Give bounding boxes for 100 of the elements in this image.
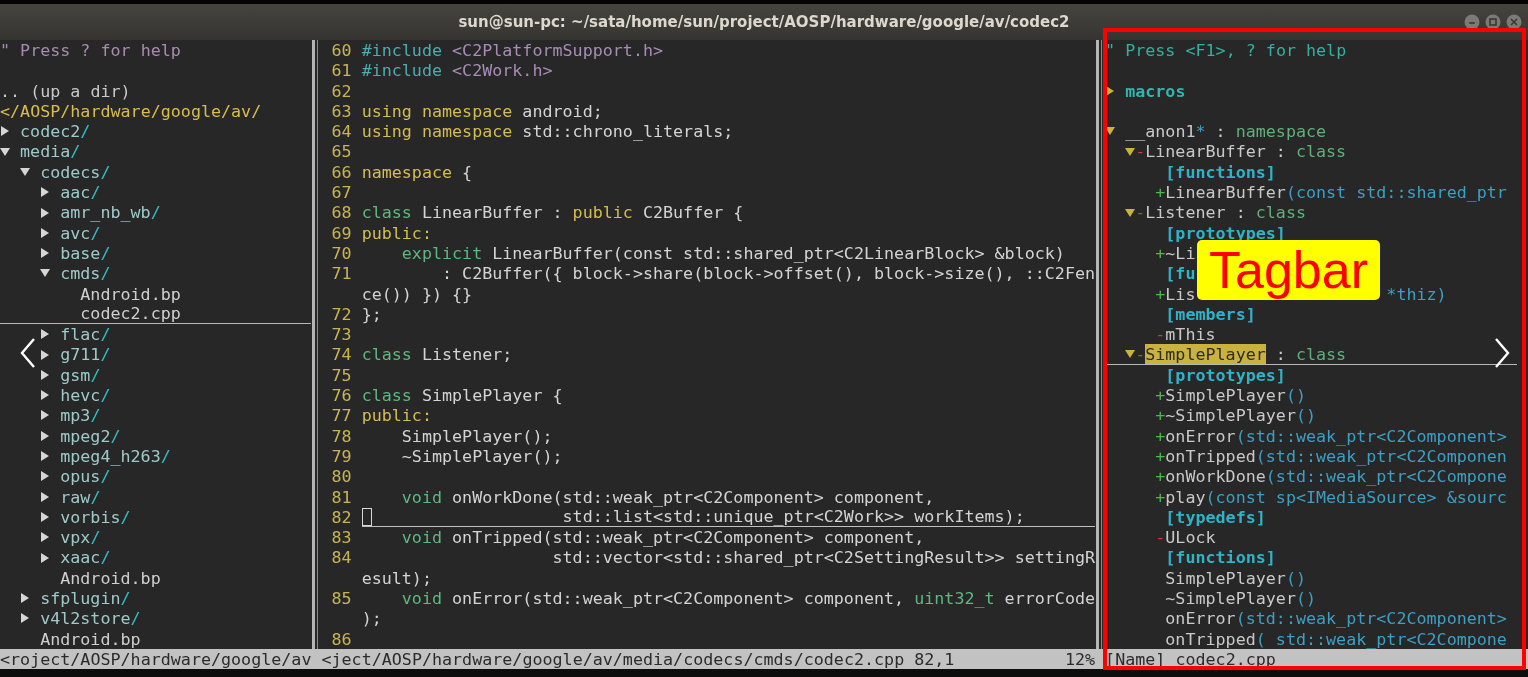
triangle-icon[interactable] [1125,350,1136,359]
triangle-icon[interactable] [41,410,50,421]
triangle-icon[interactable] [41,390,50,401]
triangle-icon[interactable] [20,167,31,176]
line-number: 77 [330,405,352,426]
tag-scope[interactable]: macros [1125,80,1186,101]
triangle-icon[interactable] [0,147,10,156]
tag-item[interactable]: +onTripped(std::weak_ptr<C2Componen [1155,445,1507,467]
triangle-icon[interactable] [41,471,50,482]
folder-item[interactable]: cmds/ [60,263,111,284]
up-dir-link[interactable]: .. (up a dir) [0,80,131,101]
triangle-icon[interactable] [41,248,50,259]
tag-item[interactable]: [prototypes] [1165,222,1286,243]
tag-item[interactable]: SimplePlayer() [1165,567,1306,588]
code-line: : C2Buffer({ block->share(block->offset(), block->size(), ::C2Fen [442,263,1096,284]
triangle-icon[interactable] [1,126,9,137]
folder-item[interactable]: media/ [20,141,81,162]
triangle-icon[interactable] [1105,127,1116,136]
folder-item[interactable]: raw/ [60,486,101,507]
tag-item[interactable]: [functions] [1165,547,1276,568]
folder-item[interactable]: hevc/ [60,385,111,406]
maximize-icon[interactable] [1485,14,1501,30]
folder-item[interactable]: vorbis/ [60,506,131,528]
folder-item[interactable]: mpeg4_h263/ [60,445,171,467]
tag-item[interactable]: -ULock [1155,527,1216,548]
line-number: 63 [330,100,352,122]
tag-item[interactable]: +LinearBuffer(const std::shared_ptr [1155,182,1507,203]
tag-item[interactable]: +onWorkDone(std::weak_ptr<C2Compone [1155,466,1507,487]
folder-item[interactable]: gsm/ [60,364,101,386]
folder-item[interactable]: aac/ [60,182,101,203]
line-number: 60 [330,40,352,61]
folder-item[interactable]: opus/ [60,466,111,487]
triangle-icon[interactable] [41,207,50,218]
folder-item[interactable]: v4l2store/ [40,608,141,629]
folder-item[interactable]: mp3/ [60,405,101,426]
tag-item[interactable]: [prototypes] [1165,364,1286,386]
triangle-icon[interactable] [41,552,50,563]
folder-item[interactable]: flac/ [60,324,111,345]
tag-item[interactable]: [fu [1165,263,1196,284]
tag-item[interactable]: +Lis [1155,283,1196,304]
minimize-icon[interactable] [1464,14,1480,30]
triangle-icon[interactable] [41,430,50,441]
folder-item[interactable]: avc/ [60,222,101,243]
file-item[interactable]: Android.bp [40,628,141,649]
triangle-icon[interactable] [41,187,50,198]
tag-item[interactable]: ~SimplePlayer() [1165,588,1317,609]
triangle-icon[interactable] [1125,147,1136,156]
folder-item[interactable]: codec2/ [20,121,91,142]
triangle-icon[interactable] [41,329,50,340]
chevron-left-icon[interactable] [18,337,38,369]
line-number: 78 [330,425,352,446]
file-item[interactable]: codec2.cpp [80,303,181,324]
triangle-icon[interactable] [41,451,50,462]
tag-item[interactable]: +~SimplePlayer() [1155,405,1317,426]
tag-item[interactable]: -mThis [1155,324,1216,345]
tag-item[interactable]: onTripped( std::weak_ptr<C2Compone [1165,628,1507,649]
triangle-icon[interactable] [41,227,50,238]
close-icon[interactable] [1506,14,1522,30]
folder-item[interactable]: base/ [60,242,111,264]
triangle-icon[interactable] [21,593,30,604]
triangle-icon[interactable] [41,532,50,543]
folder-item[interactable]: xaac/ [60,547,111,568]
tag-item[interactable]: onError(std::weak_ptr<C2Component> [1165,608,1507,629]
scroll-percent: 12% [1064,649,1096,670]
file-item[interactable]: Android.bp [60,567,161,588]
triangle-icon[interactable] [41,369,50,380]
line-number: 86 [330,628,352,649]
tag-item[interactable]: +SimplePlayer() [1155,385,1306,406]
line-number: 83 [330,527,352,548]
triangle-icon[interactable] [41,349,50,360]
tag-item[interactable]: +play(const sp<IMediaSource> &sourc [1155,486,1507,507]
tag-scope[interactable]: -Listener : class [1135,202,1306,223]
triangle-icon[interactable] [41,511,50,522]
status-text: [Name] codec2.cpp [1105,649,1277,670]
line-number: 65 [330,141,352,162]
tag-item[interactable]: +~Li [1155,242,1196,264]
tag-item[interactable]: [functions] [1165,161,1276,183]
triangle-icon[interactable] [21,613,30,624]
folder-item[interactable]: vpx/ [60,527,101,548]
file-item[interactable]: Android.bp [80,283,181,304]
triangle-icon[interactable] [40,269,51,278]
code-line: void onError(std::weak_ptr<C2Component> component, uint32_t errorCode [401,588,1096,609]
code-line: std::list<std::unique_ptr<C2Work>> workItems); [562,506,1025,527]
triangle-icon[interactable] [1106,85,1115,96]
code-line: using namespace std::chrono_literals; [361,121,734,142]
text-cursor [361,507,372,526]
tag-item[interactable]: [typedefs] [1165,506,1266,528]
line-number: 73 [330,324,352,345]
tag-scope[interactable]: __anon1* : namespace [1125,121,1327,142]
chevron-right-icon[interactable] [1492,337,1512,369]
folder-item[interactable]: codecs/ [40,161,111,183]
triangle-icon[interactable] [1125,208,1136,217]
folder-item[interactable]: sfplugin/ [40,588,131,609]
folder-item[interactable]: amr_nb_wb/ [60,202,161,223]
tag-scope[interactable]: -LinearBuffer : class [1135,141,1347,162]
tag-item[interactable]: +onError(std::weak_ptr<C2Component> [1155,425,1507,446]
triangle-icon[interactable] [41,491,50,502]
folder-item[interactable]: g711/ [60,344,111,365]
tag-item[interactable]: [members] [1165,303,1256,325]
folder-item[interactable]: mpeg2/ [60,425,121,446]
